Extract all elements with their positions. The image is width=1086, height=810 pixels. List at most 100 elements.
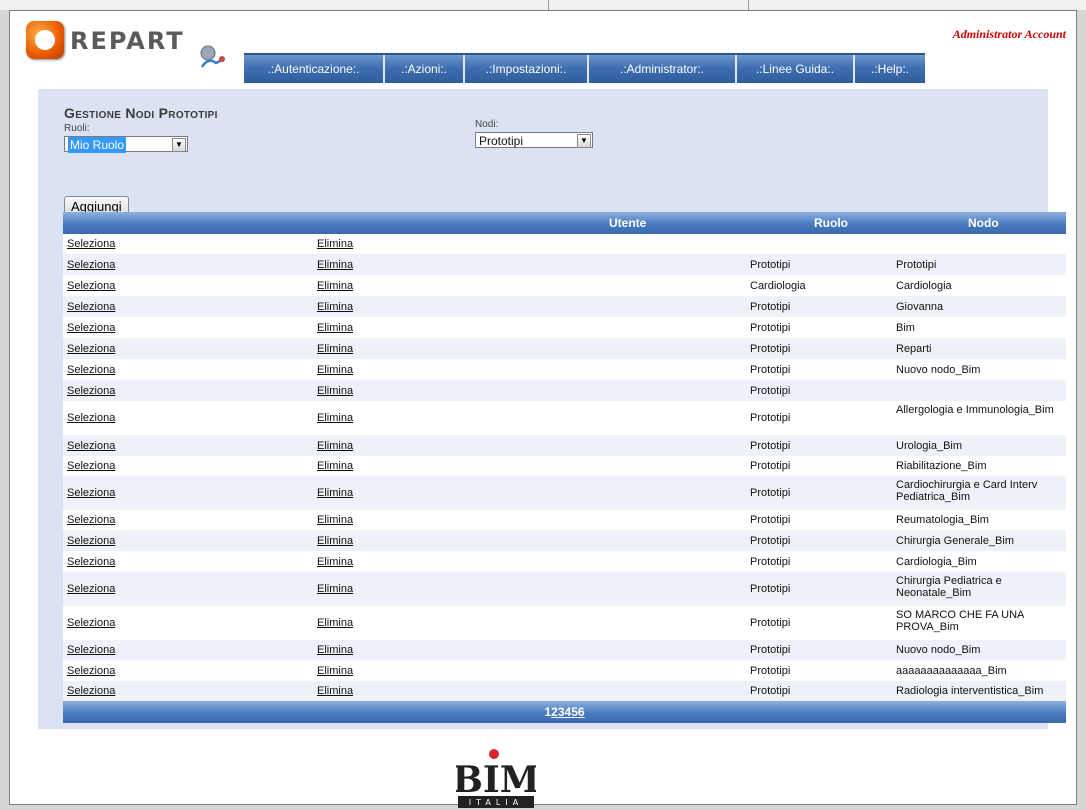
top-strip-segment xyxy=(548,0,749,10)
table-row: Seleziona Elimina Prototipi Bim xyxy=(63,317,1066,338)
cell-ruolo: Prototipi xyxy=(750,514,791,526)
nav-linee-guida[interactable]: .:Linee Guida:. xyxy=(737,55,855,83)
cell-ruolo: Prototipi xyxy=(750,535,791,547)
delete-link[interactable]: Elimina xyxy=(317,412,353,424)
table-row: Seleziona Elimina Prototipi Reparti xyxy=(63,338,1066,359)
select-link[interactable]: Seleziona xyxy=(67,685,115,697)
cell-nodo: Urologia_Bim xyxy=(896,440,963,452)
delete-link[interactable]: Elimina xyxy=(317,301,353,313)
select-link[interactable]: Seleziona xyxy=(67,583,115,595)
page-link[interactable]: 6 xyxy=(578,705,585,719)
nav-administrator[interactable]: .:Administrator:. xyxy=(589,55,737,83)
delete-link[interactable]: Elimina xyxy=(317,583,353,595)
cell-ruolo: Prototipi xyxy=(750,460,791,472)
table-row: Seleziona Elimina Cardiologia Cardiologia xyxy=(63,275,1066,296)
delete-link[interactable]: Elimina xyxy=(317,280,353,292)
nav-autenticazione[interactable]: .:Autenticazione:. xyxy=(244,55,385,83)
bim-logo-text: BIM xyxy=(456,759,536,801)
page-title: Gestione Nodi Prototipi xyxy=(64,105,218,121)
cell-ruolo: Cardiologia xyxy=(750,280,806,292)
select-link[interactable]: Seleziona xyxy=(67,364,115,376)
table-row: Seleziona Elimina Prototipi aaaaaaaaaaaaaa_… xyxy=(63,660,1066,681)
delete-link[interactable]: Elimina xyxy=(317,440,353,452)
select-link[interactable]: Seleziona xyxy=(67,280,115,292)
delete-link[interactable]: Elimina xyxy=(317,535,353,547)
select-link[interactable]: Seleziona xyxy=(67,412,115,424)
delete-link[interactable]: Elimina xyxy=(317,364,353,376)
delete-link[interactable]: Elimina xyxy=(317,460,353,472)
cell-ruolo: Prototipi xyxy=(750,301,791,313)
table-row: Seleziona Elimina Prototipi Prototipi xyxy=(63,254,1066,275)
ruoli-selected-value: Mio Ruolo xyxy=(68,137,127,153)
select-link[interactable]: Seleziona xyxy=(67,617,115,629)
page-frame: REPART Administrator Account .:Autentica… xyxy=(9,10,1077,808)
select-link[interactable]: Seleziona xyxy=(67,343,115,355)
table-row: Seleziona Elimina Prototipi xyxy=(63,380,1066,401)
nav-help[interactable]: .:Help:. xyxy=(855,55,925,83)
reparto-logo[interactable]: REPART xyxy=(26,21,246,73)
grid-pager: 123456 xyxy=(63,701,1066,723)
select-link[interactable]: Seleziona xyxy=(67,665,115,677)
table-row: Seleziona Elimina Prototipi Cardiologia_Bim xyxy=(63,551,1066,572)
cell-ruolo: Prototipi xyxy=(750,556,791,568)
select-link[interactable]: Seleziona xyxy=(67,322,115,334)
cell-nodo: Allergologia e Immunologia_Bim xyxy=(896,404,1054,416)
logo-q-icon xyxy=(26,21,64,59)
select-link[interactable]: Seleziona xyxy=(67,259,115,271)
cell-nodo: Radiologia interventistica_Bim xyxy=(896,685,1044,697)
page-link[interactable]: 5 xyxy=(571,705,578,719)
cell-ruolo: Prototipi xyxy=(750,259,791,271)
delete-link[interactable]: Elimina xyxy=(317,238,353,250)
select-link[interactable]: Seleziona xyxy=(67,535,115,547)
delete-link[interactable]: Elimina xyxy=(317,385,353,397)
cell-nodo: Nuovo nodo_Bim xyxy=(896,644,981,656)
select-link[interactable]: Seleziona xyxy=(67,385,115,397)
select-link[interactable]: Seleziona xyxy=(67,487,115,499)
doctor-figure-icon xyxy=(200,45,225,68)
cell-nodo: Giovanna xyxy=(896,301,944,313)
select-link[interactable]: Seleziona xyxy=(67,440,115,452)
cell-ruolo: Prototipi xyxy=(750,385,791,397)
bim-logo-sub: ITALIA xyxy=(469,798,523,807)
select-link[interactable]: Seleziona xyxy=(67,460,115,472)
cell-ruolo: Prototipi xyxy=(750,364,791,376)
cell-ruolo: Prototipi xyxy=(750,322,791,334)
select-link[interactable]: Seleziona xyxy=(67,301,115,313)
page-link[interactable]: 2 xyxy=(551,705,558,719)
delete-link[interactable]: Elimina xyxy=(317,514,353,526)
cell-ruolo: Prototipi xyxy=(750,685,791,697)
nodi-select[interactable]: Prototipi ▼ xyxy=(475,132,593,148)
select-link[interactable]: Seleziona xyxy=(67,556,115,568)
cell-ruolo: Prototipi xyxy=(750,665,791,677)
select-link[interactable]: Seleziona xyxy=(67,514,115,526)
select-link[interactable]: Seleziona xyxy=(67,238,115,250)
table-row: Seleziona Elimina Prototipi Chirurgia Gener… xyxy=(63,530,1066,551)
delete-link[interactable]: Elimina xyxy=(317,644,353,656)
chevron-down-icon[interactable]: ▼ xyxy=(577,134,591,148)
delete-link[interactable]: Elimina xyxy=(317,685,353,697)
delete-link[interactable]: Elimina xyxy=(317,322,353,334)
table-row: Seleziona Elimina Prototipi Reumatologia_Bi… xyxy=(63,510,1066,530)
ruoli-select[interactable]: Mio Ruolo ▼ xyxy=(64,136,188,153)
cell-nodo: Chirurgia Generale_Bim xyxy=(896,535,1014,547)
delete-link[interactable]: Elimina xyxy=(317,665,353,677)
col-utente: Utente xyxy=(609,216,647,230)
ruoli-label: Ruoli: xyxy=(64,123,90,134)
nodes-grid: Utente Ruolo Nodo Seleziona Elimina Selezi… xyxy=(63,212,1066,723)
cell-ruolo: Prototipi xyxy=(750,583,791,595)
cell-nodo: Chirurgia Pediatrica e Neonatale_Bim xyxy=(896,575,1002,599)
account-label: Administrator Account xyxy=(952,27,1066,41)
top-strip-segment xyxy=(0,0,549,10)
cell-nodo: SO MARCO CHE FA UNA PROVA_Bim xyxy=(896,609,1024,633)
cell-nodo: Cardiologia_Bim xyxy=(896,556,977,568)
delete-link[interactable]: Elimina xyxy=(317,487,353,499)
delete-link[interactable]: Elimina xyxy=(317,556,353,568)
delete-link[interactable]: Elimina xyxy=(317,343,353,355)
page-link[interactable]: 3 xyxy=(558,705,565,719)
nav-azioni[interactable]: .:Azioni:. xyxy=(385,55,465,83)
nav-impostazioni[interactable]: .:Impostazioni:. xyxy=(465,55,589,83)
select-link[interactable]: Seleziona xyxy=(67,644,115,656)
chevron-down-icon[interactable]: ▼ xyxy=(172,138,186,152)
delete-link[interactable]: Elimina xyxy=(317,617,353,629)
delete-link[interactable]: Elimina xyxy=(317,259,353,271)
